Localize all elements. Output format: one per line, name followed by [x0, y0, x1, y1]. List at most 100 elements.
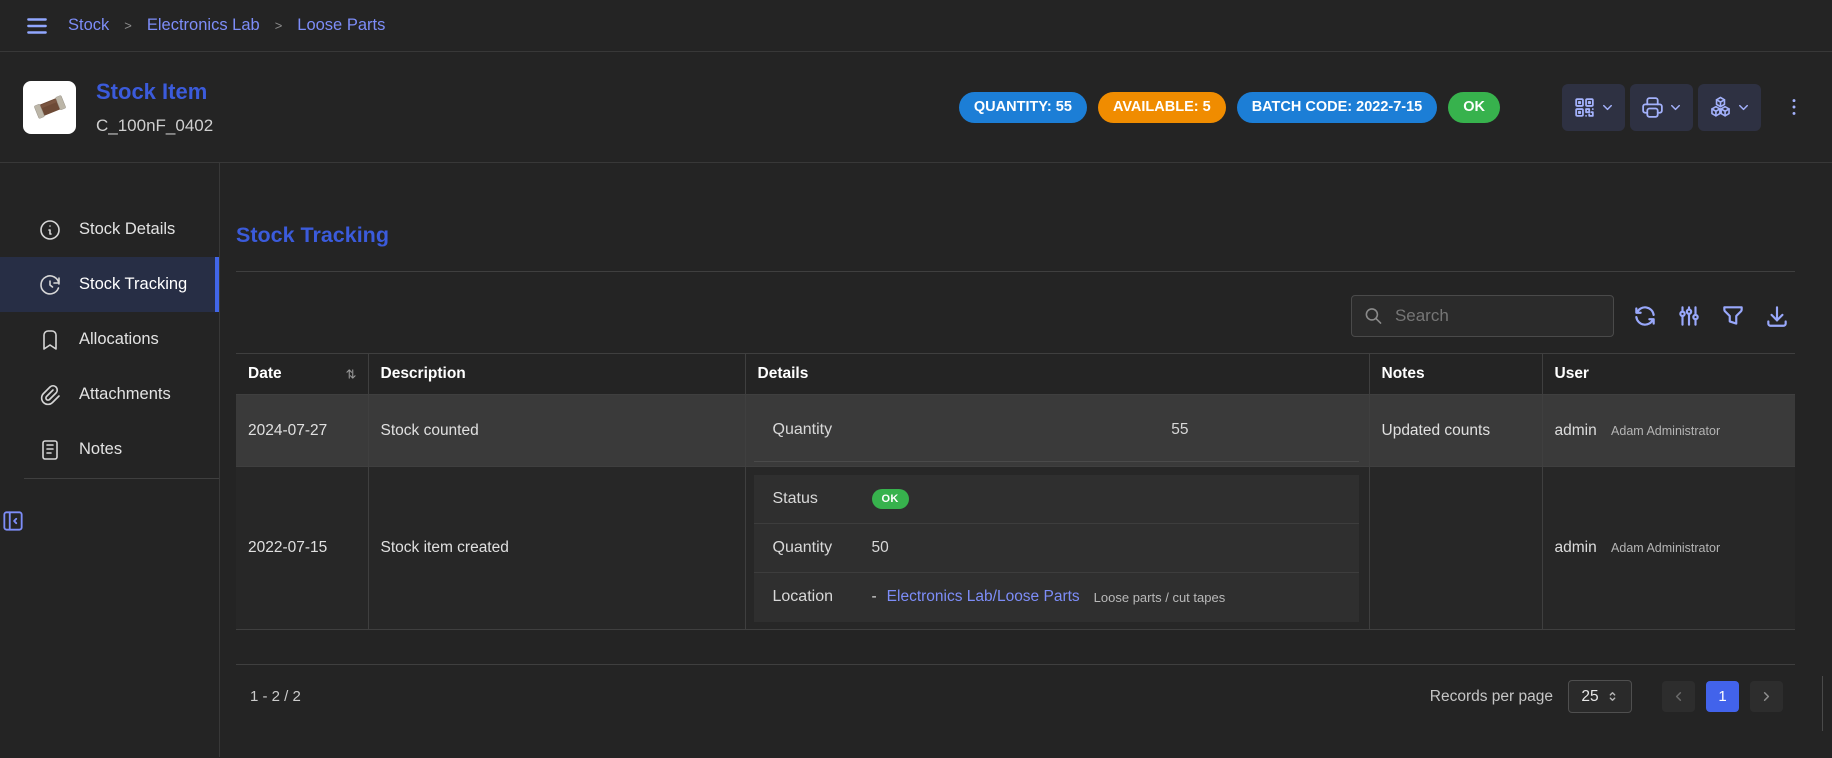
username: admin	[1555, 422, 1597, 439]
column-header-date[interactable]: Date	[236, 354, 368, 395]
print-actions-button[interactable]	[1630, 84, 1693, 131]
dots-vertical-icon	[1783, 96, 1805, 118]
detail-label: Quantity	[754, 539, 872, 557]
refresh-button[interactable]	[1632, 303, 1658, 329]
user-display-name: Adam Administrator	[1611, 424, 1720, 438]
printer-icon	[1640, 95, 1665, 120]
breadcrumb-electronics-lab[interactable]: Electronics Lab	[147, 16, 260, 35]
previous-page-button[interactable]	[1662, 681, 1695, 712]
page-header: Stock Item C_100nF_0402 QUANTITY: 55 AVA…	[0, 52, 1832, 163]
search-input[interactable]	[1393, 305, 1601, 327]
filter-button[interactable]	[1720, 303, 1746, 329]
topbar: Stock > Electronics Lab > Loose Parts	[0, 0, 1832, 52]
more-options-button[interactable]	[1783, 96, 1805, 118]
panel-edge-divider	[1822, 676, 1823, 731]
header-actions	[1562, 84, 1805, 131]
detail-label: Quantity	[754, 421, 872, 439]
capacitor-image	[30, 87, 70, 127]
record-range: 1 - 2 / 2	[236, 688, 301, 705]
detail-label: Status	[754, 490, 872, 508]
cell-description: Stock counted	[368, 395, 745, 467]
page-body: Stock Details Stock Tracking Allocations…	[0, 163, 1832, 757]
info-circle-icon	[38, 218, 62, 242]
qr-code-icon	[1572, 95, 1597, 120]
breadcrumb: Stock > Electronics Lab > Loose Parts	[68, 16, 385, 35]
sidebar-item-label: Stock Tracking	[79, 275, 187, 294]
chevron-down-icon	[1600, 100, 1615, 115]
bookmark-icon	[38, 328, 62, 352]
part-name: C_100nF_0402	[96, 116, 213, 136]
pagination-controls: Records per page 25 1	[1430, 680, 1795, 713]
sidebar-item-attachments[interactable]: Attachments	[0, 367, 219, 422]
notes-document-icon	[38, 438, 62, 462]
column-header-notes: Notes	[1369, 354, 1542, 395]
sidebar-item-allocations[interactable]: Allocations	[0, 312, 219, 367]
sidebar-item-stock-tracking[interactable]: Stock Tracking	[0, 257, 219, 312]
column-header-user: User	[1542, 354, 1795, 395]
download-icon	[1764, 303, 1790, 329]
detail-row-quantity: Quantity 50	[754, 524, 1359, 573]
table-header-row: Date Description Details Notes User	[236, 354, 1795, 395]
adjustments-icon	[1676, 303, 1702, 329]
cell-notes	[1369, 467, 1542, 630]
detail-value: 55	[872, 421, 1189, 439]
batch-code-badge: BATCH CODE: 2022-7-15	[1237, 92, 1438, 123]
cell-details: Status OK Quantity 50	[745, 467, 1369, 630]
available-badge: AVAILABLE: 5	[1098, 92, 1226, 123]
column-header-details: Details	[745, 354, 1369, 395]
cell-notes: Updated counts	[1369, 395, 1542, 467]
menu-icon[interactable]	[24, 13, 50, 39]
panel-heading: Stock Tracking	[236, 223, 1795, 248]
sidebar-collapse-button[interactable]	[0, 508, 219, 534]
table-toolbar	[236, 295, 1795, 337]
column-label: Date	[248, 365, 282, 383]
table-row: 2024-07-27 Stock counted Quantity 55	[236, 395, 1795, 467]
title-block: Stock Item C_100nF_0402	[96, 79, 213, 136]
sidebar-divider	[24, 478, 219, 479]
chevron-down-icon	[1736, 100, 1751, 115]
table-row: 2022-07-15 Stock item created Status OK	[236, 467, 1795, 630]
username: admin	[1555, 539, 1597, 556]
sidebar-item-notes[interactable]: Notes	[0, 422, 219, 477]
cell-date: 2024-07-27	[236, 395, 368, 467]
status-badges: QUANTITY: 55 AVAILABLE: 5 BATCH CODE: 20…	[959, 92, 1500, 123]
quantity-badge: QUANTITY: 55	[959, 92, 1087, 123]
sidebar-item-label: Attachments	[79, 385, 171, 404]
location-description: Loose parts / cut tapes	[1094, 590, 1226, 605]
history-clock-icon	[38, 273, 62, 297]
records-per-page-select[interactable]: 25	[1568, 680, 1632, 713]
page-1-button[interactable]: 1	[1706, 681, 1739, 712]
search-box	[1351, 295, 1614, 337]
records-per-page-value: 25	[1581, 688, 1598, 706]
stock-tracking-table: Date Description Details Notes User	[236, 353, 1795, 630]
download-button[interactable]	[1764, 303, 1790, 329]
next-page-button[interactable]	[1750, 681, 1783, 712]
detail-label: Location	[754, 588, 872, 606]
status-ok-badge: OK	[1448, 92, 1500, 123]
selector-icon	[1606, 690, 1619, 703]
sidebar-item-stock-details[interactable]: Stock Details	[0, 202, 219, 257]
breadcrumb-separator: >	[124, 18, 132, 33]
sort-icon	[344, 367, 358, 381]
status-ok-mini-badge: OK	[872, 489, 909, 509]
sidebar-item-label: Stock Details	[79, 220, 175, 239]
chevron-right-icon	[1759, 689, 1774, 704]
sidebar: Stock Details Stock Tracking Allocations…	[0, 163, 220, 757]
search-icon	[1364, 305, 1383, 327]
chevron-down-icon	[1668, 100, 1683, 115]
table-settings-button[interactable]	[1676, 303, 1702, 329]
part-thumbnail[interactable]	[23, 81, 76, 134]
table-footer: 1 - 2 / 2 Records per page 25 1	[236, 664, 1795, 713]
sidebar-collapse-icon	[0, 508, 26, 534]
cell-user: admin Adam Administrator	[1542, 467, 1795, 630]
breadcrumb-stock[interactable]: Stock	[68, 16, 109, 35]
detail-row-location: Location - Electronics Lab/Loose Parts L…	[754, 573, 1359, 622]
stock-actions-button[interactable]	[1698, 84, 1761, 131]
stock-item-page: Stock > Electronics Lab > Loose Parts St…	[0, 0, 1832, 758]
detail-row-status: Status OK	[754, 475, 1359, 524]
barcode-actions-button[interactable]	[1562, 84, 1625, 131]
breadcrumb-loose-parts[interactable]: Loose Parts	[297, 16, 385, 35]
sidebar-item-label: Notes	[79, 440, 122, 459]
column-header-description: Description	[368, 354, 745, 395]
location-link[interactable]: Electronics Lab/Loose Parts	[887, 588, 1080, 606]
